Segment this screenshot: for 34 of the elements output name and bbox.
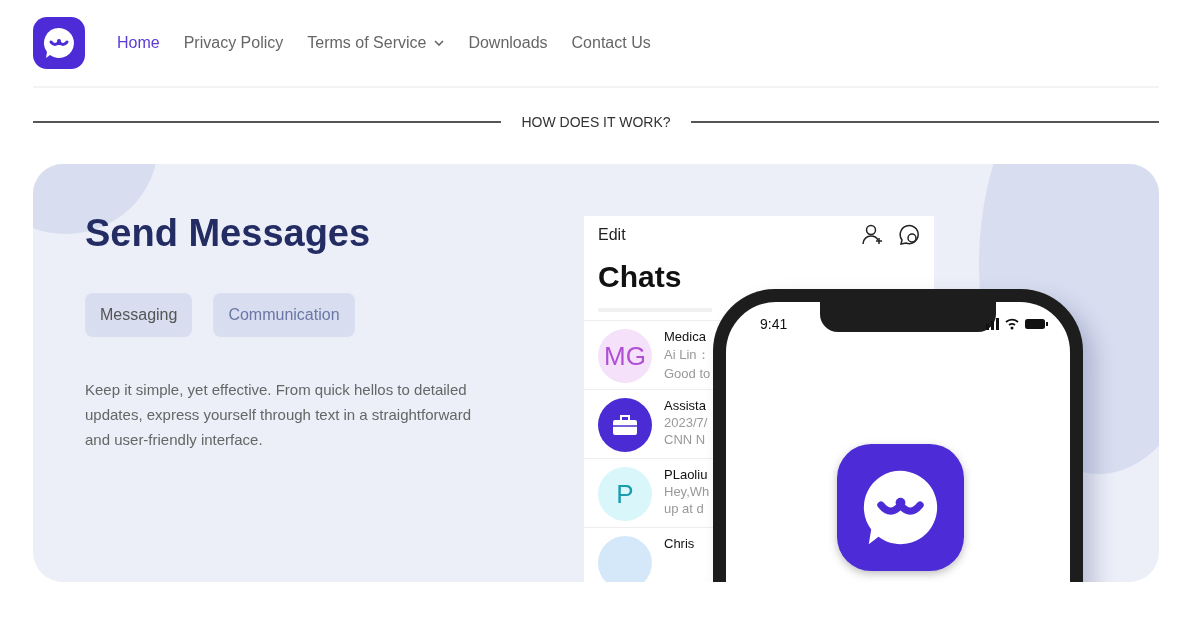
signal-icon: [986, 318, 999, 330]
tag: Communication: [213, 293, 355, 337]
battery-icon: [1025, 319, 1048, 329]
chat-bubble-icon: [898, 224, 920, 246]
nav-link[interactable]: Terms of Service: [307, 34, 445, 52]
chat-preview: Hey,Wh: [664, 484, 710, 499]
chat-name: Chris: [664, 536, 695, 551]
chat-preview: Ai Lin：: [664, 346, 711, 364]
chat-preview: Good to: [664, 366, 711, 381]
nav-link[interactable]: Privacy Policy: [183, 34, 284, 52]
nav-link[interactable]: Home: [117, 34, 160, 52]
chat-preview: up at d: [664, 501, 705, 516]
status-time: 9:41: [760, 316, 788, 332]
chat-preview: 2023/7/: [664, 415, 708, 430]
section-heading: HOW DOES IT WORK?: [521, 114, 671, 130]
chat-preview: CNN N: [664, 432, 707, 447]
chats-title: Chats: [597, 259, 683, 294]
chat-name: Assista: [664, 398, 707, 413]
logo[interactable]: [33, 17, 85, 69]
feature-description: Keep it simple, yet effective. From quick hellos to detailed updates, express yourself through text in a straightforward and user-friendly interface.: [85, 380, 473, 450]
nav-link[interactable]: Contact Us: [571, 34, 651, 52]
avatar: P: [598, 467, 652, 521]
avatar: MG: [598, 329, 652, 383]
edit-label: Edit: [598, 226, 626, 244]
chat-name: PLaoliu: [664, 467, 709, 482]
add-person-icon: [862, 224, 884, 246]
nav-link[interactable]: Downloads: [468, 34, 548, 52]
briefcase-icon: [612, 414, 638, 436]
chevron-down-icon: [434, 40, 445, 46]
chat-name: Medica: [664, 329, 707, 344]
app-icon: [837, 444, 964, 571]
wifi-icon: [1005, 318, 1019, 330]
feature-title: Send Messages: [85, 212, 372, 255]
tag: Messaging: [85, 293, 193, 337]
